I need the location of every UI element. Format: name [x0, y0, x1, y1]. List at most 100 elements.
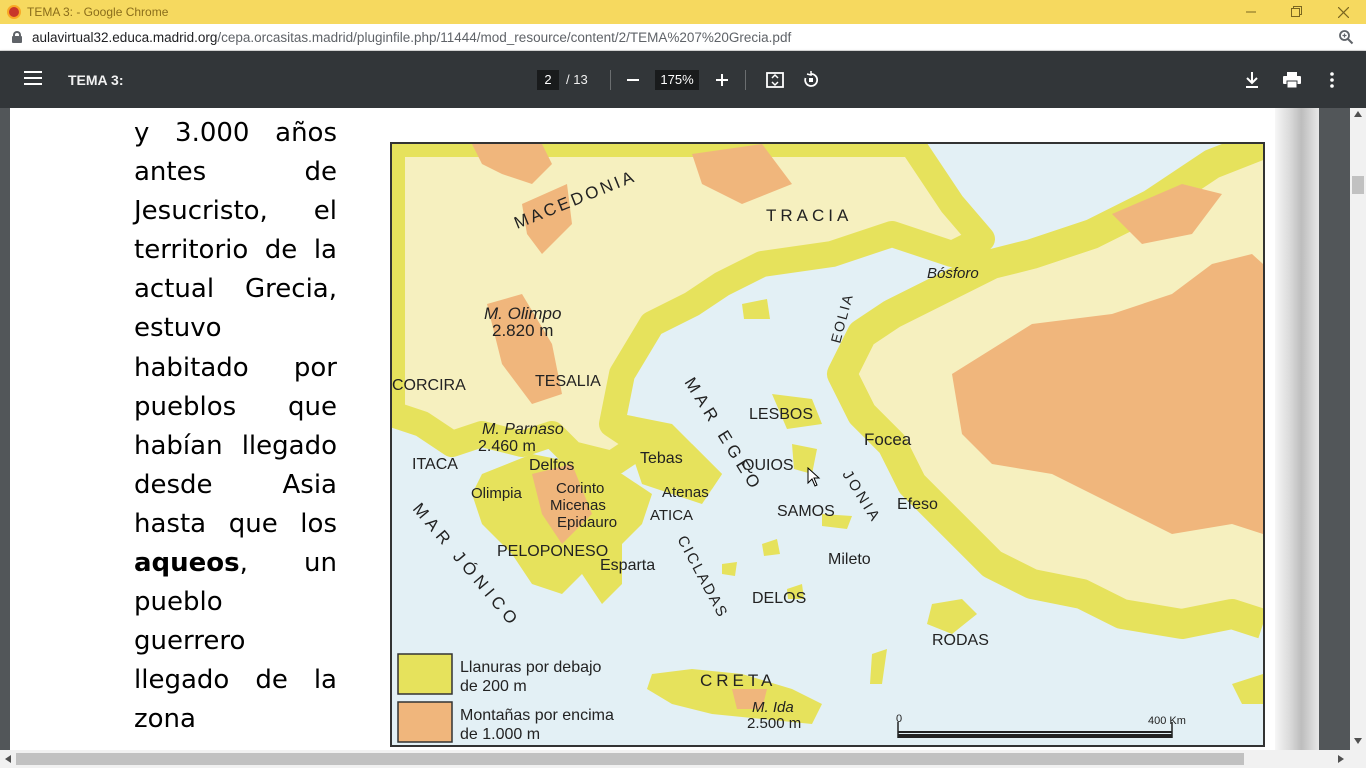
rotate-button[interactable]: [798, 67, 824, 93]
label-tebas: Tebas: [640, 450, 683, 467]
text-line: guerrero: [134, 626, 246, 657]
label-ida: M. Ida: [752, 699, 794, 716]
menu-icon[interactable]: [24, 71, 42, 87]
page-scan-edge: [1275, 108, 1319, 750]
text-line: pueblos que: [134, 391, 337, 422]
label-olimpia: Olimpia: [471, 485, 523, 502]
label-mileto: Mileto: [828, 551, 871, 568]
label-focea: Focea: [864, 430, 912, 449]
label-bosforo: Bósforo: [927, 265, 979, 282]
label-atica: ATICA: [650, 507, 693, 524]
zoom-out-icon: [627, 79, 639, 81]
vertical-scrollbar[interactable]: [1350, 108, 1366, 750]
print-button[interactable]: [1279, 67, 1305, 93]
zoom-level-input[interactable]: 175%: [655, 70, 699, 90]
label-tracia: TRACIA: [766, 206, 852, 225]
scroll-right-icon[interactable]: [1338, 755, 1344, 763]
close-icon: [1337, 6, 1349, 18]
map-island: [722, 562, 737, 576]
text-line: hasta que los: [134, 508, 337, 539]
vertical-scroll-thumb[interactable]: [1352, 176, 1364, 194]
more-options-button[interactable]: [1319, 67, 1345, 93]
label-delos: DELOS: [752, 590, 806, 607]
url-path[interactable]: /cepa.orcasitas.madrid/pluginfile.php/11…: [217, 30, 791, 45]
pdf-page: y 3.000 años antes de Jesucristo, el ter…: [10, 108, 1319, 750]
scroll-down-icon[interactable]: [1354, 738, 1362, 744]
label-creta: CRETA: [700, 671, 776, 690]
minimize-icon: [1246, 11, 1256, 13]
legend-mountains-line2: de 1.000 m: [460, 726, 540, 743]
scale-label-400: 400 Km: [1148, 715, 1186, 727]
label-ida-height: 2.500 m: [747, 715, 801, 732]
print-icon: [1283, 72, 1301, 88]
label-micenas: Micenas: [550, 497, 606, 514]
map-graphic: MACEDONIA TRACIA Bósforo M. Olimpo 2.820…: [392, 144, 1263, 745]
download-button[interactable]: [1239, 67, 1265, 93]
zoom-in-button[interactable]: [709, 67, 735, 93]
title-bar: TEMA 3: - Google Chrome: [0, 0, 1366, 24]
text-line-aqueos: aqueos, un: [134, 544, 337, 583]
page-body-text: y 3.000 años antes de Jesucristo, el ter…: [134, 114, 337, 740]
minimize-button[interactable]: [1228, 0, 1274, 24]
legend-plains-line2: de 200 m: [460, 678, 527, 695]
url-host[interactable]: aulavirtual32.educa.madrid.org: [32, 30, 217, 45]
legend-swatch-mountains: [397, 701, 453, 743]
rotate-icon: [804, 71, 819, 87]
label-esparta: Esparta: [600, 557, 655, 574]
text-line: estuvo: [134, 313, 222, 344]
restore-icon: [1291, 6, 1302, 17]
text-line: antes de: [134, 157, 337, 188]
text-line-tail: un: [304, 548, 337, 579]
address-bar[interactable]: aulavirtual32.educa.madrid.org/cepa.orca…: [0, 24, 1366, 51]
text-line: llegado de la: [134, 665, 337, 696]
label-samos: SAMOS: [777, 503, 835, 520]
bold-word: aqueos: [134, 548, 240, 579]
label-quios: QUIOS: [742, 457, 794, 474]
label-delfos-city: Delfos: [529, 457, 574, 474]
scale-label-0: 0: [896, 713, 902, 725]
fit-page-icon: [766, 72, 784, 88]
pdf-viewer[interactable]: y 3.000 años antes de Jesucristo, el ter…: [0, 108, 1350, 750]
bold-trailing: ,: [239, 548, 248, 579]
greece-map: MACEDONIA TRACIA Bósforo M. Olimpo 2.820…: [390, 142, 1265, 747]
horizontal-scroll-thumb[interactable]: [16, 753, 1244, 765]
label-itaca: ITACA: [412, 456, 458, 473]
text-line: Jesucristo, el: [134, 196, 337, 227]
chrome-app-icon: [7, 5, 21, 19]
fit-page-button[interactable]: [762, 67, 788, 93]
text-line: pueblo: [134, 587, 223, 618]
zoom-in-icon: [716, 74, 728, 86]
toolbar-divider: [745, 70, 746, 90]
page-total: / 13: [566, 72, 588, 87]
scroll-left-icon[interactable]: [5, 755, 11, 763]
label-lesbos: LESBOS: [749, 406, 813, 423]
more-icon: [1330, 72, 1334, 88]
scale-bar-fill: [898, 734, 1172, 738]
zoom-out-button[interactable]: [620, 67, 646, 93]
label-peloponeso: PELOPONESO: [497, 543, 608, 560]
window-title: TEMA 3: - Google Chrome: [27, 5, 169, 19]
text-line: actual Grecia,: [134, 274, 337, 305]
zoom-magnifier-icon[interactable]: [1338, 29, 1354, 45]
document-title: TEMA 3:: [68, 72, 124, 88]
label-olimpo-height: 2.820 m: [492, 321, 553, 340]
close-button[interactable]: [1320, 0, 1366, 24]
text-line: desde Asia: [134, 469, 337, 500]
pdf-toolbar: TEMA 3: 2 / 13 175%: [0, 51, 1366, 108]
text-line: zona: [134, 704, 196, 735]
text-line: territorio de la: [134, 235, 337, 266]
mouse-cursor-icon: [807, 467, 821, 487]
page-number-input[interactable]: 2: [537, 70, 559, 90]
toolbar-divider: [610, 70, 611, 90]
lock-icon[interactable]: [12, 31, 22, 43]
label-corinto: Corinto: [556, 480, 604, 497]
label-epidauro: Epidauro: [557, 514, 617, 531]
scroll-up-icon[interactable]: [1354, 111, 1362, 117]
legend-mountains-line1: Montañas por encima: [460, 707, 614, 724]
label-efeso: Efeso: [897, 496, 938, 513]
label-rodas: RODAS: [932, 632, 989, 649]
restore-button[interactable]: [1274, 0, 1320, 24]
legend-plains-line1: Llanuras por debajo: [460, 659, 602, 676]
text-line: y 3.000 años: [134, 118, 337, 148]
label-tesalia: TESALIA: [535, 373, 601, 390]
